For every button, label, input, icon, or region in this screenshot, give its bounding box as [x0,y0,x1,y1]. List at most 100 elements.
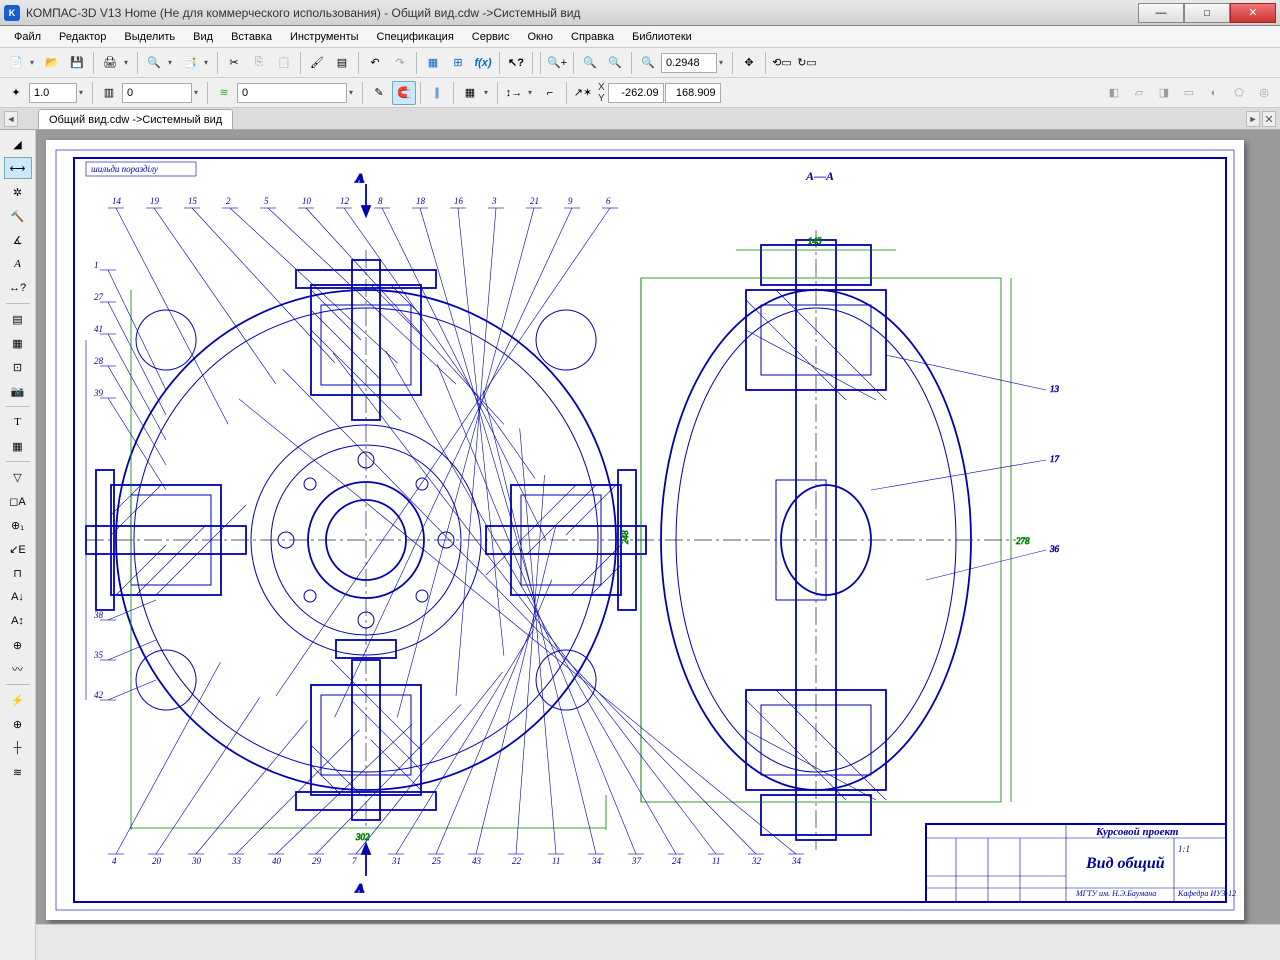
centerline-icon[interactable]: ⊕ [4,713,32,735]
close-button[interactable]: ✕ [1230,3,1276,23]
menu-libs[interactable]: Библиотеки [624,29,700,45]
undo-button[interactable]: ↶ [363,51,387,75]
auto-axis-icon[interactable]: ⚡ [4,689,32,711]
save-button[interactable]: 💾 [65,51,89,75]
layer2-input[interactable] [237,83,347,103]
svg-text:34: 34 [591,856,602,866]
coord-snap-button[interactable]: ↗✶ [571,81,595,105]
dropdown-icon[interactable]: ▾ [29,58,39,67]
table-icon[interactable]: ▦ [4,435,32,457]
geometry-icon[interactable]: ◢ [4,133,32,155]
tab-prev-button[interactable]: ◄ [4,111,18,127]
magnet-button[interactable]: 🧲 [392,81,416,105]
menu-service[interactable]: Сервис [464,29,518,45]
arrow-a-icon[interactable]: A↓ [4,586,32,608]
svg-text:13: 13 [1050,384,1060,394]
parallel-icon[interactable]: ∥ [425,81,449,105]
dropdown-icon[interactable]: ▾ [718,58,728,67]
drawing-area[interactable]: шильди поразділу [36,130,1280,924]
menu-window[interactable]: Окно [519,29,561,45]
vars-button[interactable]: ⊞ [446,51,470,75]
cut-button[interactable]: ✂ [222,51,246,75]
svg-text:30: 30 [191,856,202,866]
menu-editor[interactable]: Редактор [51,29,114,45]
dropdown-icon[interactable]: ▾ [123,58,133,67]
copy-button[interactable]: ⎘ [247,51,271,75]
break-icon[interactable]: ≋ [4,761,32,783]
ortho-button[interactable]: ↕→ [502,81,526,105]
coord-y-input[interactable] [665,83,721,103]
fx-button[interactable]: f(x) [471,51,495,75]
svg-text:36: 36 [1049,544,1060,554]
zoom-input[interactable] [661,53,717,73]
brush-button[interactable]: 🖌 [305,51,329,75]
balloon-icon[interactable]: ⊓ [4,562,32,584]
param-icon[interactable]: ∡ [4,229,32,251]
edit-icon[interactable]: 🔨 [4,205,32,227]
dimensions-icon[interactable]: ⟷ [4,157,32,179]
dropdown-icon[interactable]: ▾ [203,58,213,67]
base-icon[interactable]: ▽ [4,466,32,488]
center-icon[interactable]: ⊕₁ [4,514,32,536]
leader-icon[interactable]: ↙E [4,538,32,560]
properties-button[interactable]: 📑 [178,51,202,75]
edit-icon[interactable]: ✎ [367,81,391,105]
maximize-button[interactable]: ☐ [1184,3,1230,23]
minimize-button[interactable]: — [1138,3,1184,23]
notation-icon[interactable]: ✲ [4,181,32,203]
lcs-button[interactable]: ⌐ [538,81,562,105]
layers-icon[interactable]: ≋ [212,81,236,105]
new-button[interactable]: 📄 [4,51,28,75]
measure-icon[interactable]: ↔? [4,277,32,299]
rebuild-button[interactable]: ⟲▭ [770,51,794,75]
dropdown-icon[interactable]: ▾ [483,88,493,97]
coord-x-input[interactable] [608,83,664,103]
snap-endpoint-button[interactable]: ✦ [4,81,28,105]
insert-icon[interactable]: ⊡ [4,356,32,378]
reports-icon[interactable]: ▦ [4,332,32,354]
dropdown-icon[interactable]: ▾ [78,88,88,97]
pan-button[interactable]: ✥ [737,51,761,75]
zoom-fit-button[interactable]: 🔍 [603,51,627,75]
menu-insert[interactable]: Вставка [223,29,280,45]
tab-next-button[interactable]: ► [1246,111,1260,127]
wave-icon[interactable]: 〰 [4,658,32,680]
layer1-input[interactable] [122,83,192,103]
center-mark-icon[interactable]: ⊕ [4,634,32,656]
print-button[interactable]: 🖨 [98,51,122,75]
redo-button[interactable]: ↷ [388,51,412,75]
datum-icon[interactable]: ◻A [4,490,32,512]
menu-help[interactable]: Справка [563,29,622,45]
zoom-scale-button[interactable]: 🔍 [636,51,660,75]
text-tool-icon[interactable]: T [4,411,32,433]
preview-button[interactable]: 🔍 [142,51,166,75]
axis-line-icon[interactable]: ┼ [4,737,32,759]
persp-icon: ◎ [1252,81,1276,105]
menu-tools[interactable]: Инструменты [282,29,367,45]
dropdown-icon[interactable]: ▾ [527,88,537,97]
layer-button[interactable]: ▥ [97,81,121,105]
zoom-in-button[interactable]: 🔍+ [545,51,569,75]
dropdown-icon[interactable]: ▾ [193,88,203,97]
text-a-icon[interactable]: A [4,253,32,275]
menu-spec[interactable]: Спецификация [369,29,462,45]
dropdown-icon[interactable]: ▾ [167,58,177,67]
menu-select[interactable]: Выделить [116,29,183,45]
list-button[interactable]: ▤ [330,51,354,75]
refresh-button[interactable]: ↻▭ [795,51,819,75]
tab-document[interactable]: Общий вид.cdw ->Системный вид [38,109,233,129]
menu-file[interactable]: Файл [6,29,49,45]
help-cursor-button[interactable]: ↖? [504,51,528,75]
menu-view[interactable]: Вид [185,29,221,45]
manager-button[interactable]: ▦ [421,51,445,75]
camera-icon[interactable]: 📷 [4,380,32,402]
dropdown-icon[interactable]: ▾ [348,88,358,97]
zoom-window-button[interactable]: 🔍 [578,51,602,75]
tab-close-button[interactable]: ✕ [1262,111,1276,127]
section-a-icon[interactable]: A↕ [4,610,32,632]
spec-icon[interactable]: ▤ [4,308,32,330]
grid-button[interactable]: ▦ [458,81,482,105]
line-weight-input[interactable] [29,83,77,103]
paste-button[interactable]: 📋 [272,51,296,75]
open-button[interactable]: 📂 [40,51,64,75]
